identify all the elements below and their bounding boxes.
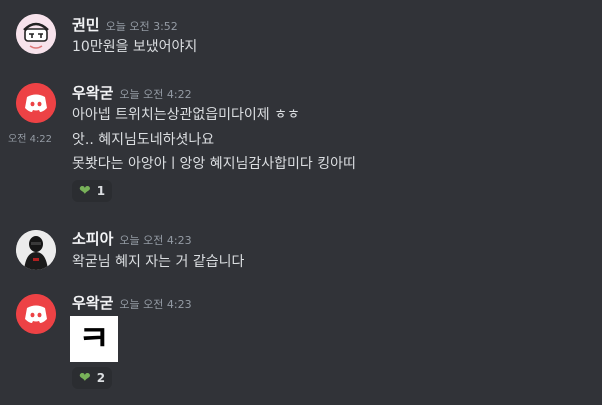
reaction-count: 2 xyxy=(96,371,106,385)
message-text: 10만원을 보냈어야지 xyxy=(72,39,198,55)
message-header: 우왁굳 오늘 오전 4:23 xyxy=(72,292,192,314)
message-text: 왁굳님 혜지 자는 거 같습니다 xyxy=(72,254,245,270)
message-header: 우왁굳 오늘 오전 4:22 xyxy=(72,82,192,104)
username[interactable]: 우왁굳 xyxy=(72,294,113,312)
message-timestamp[interactable]: 오늘 오전 4:22 xyxy=(119,88,191,101)
heart-icon: ❤ xyxy=(79,370,91,386)
username[interactable]: 권민 xyxy=(72,16,100,34)
message-timestamp[interactable]: 오늘 오전 4:23 xyxy=(119,298,191,311)
discord-logo-icon xyxy=(16,294,56,334)
message-header: 소피아 오늘 오전 4:23 xyxy=(72,228,192,250)
avatar[interactable] xyxy=(16,230,56,270)
image-attachment[interactable]: ㅋ xyxy=(70,316,118,362)
username[interactable]: 우왁굳 xyxy=(72,84,113,102)
discord-logo-icon xyxy=(16,83,56,123)
message-text: 앗.. 혜지님도네하셧나요 xyxy=(72,132,215,148)
face-doodle-icon xyxy=(16,14,56,54)
message-group-wakgood-2: 우왁굳 오늘 오전 4:23 ㅋ ❤ 2 xyxy=(0,290,602,405)
avatar[interactable] xyxy=(16,14,56,54)
message-group-kwonmin: 권민 오늘 오전 3:52 10만원을 보냈어야지 xyxy=(0,0,602,70)
hover-timestamp[interactable]: 오전 4:22 xyxy=(8,129,52,151)
reaction-count: 1 xyxy=(96,184,106,198)
message-text: 아아넵 트위치는상관없읍미다이제 ㅎㅎ xyxy=(72,107,300,123)
avatar[interactable] xyxy=(16,294,56,334)
username[interactable]: 소피아 xyxy=(72,230,113,248)
message-group-sophia: 소피아 오늘 오전 4:23 왁굳님 혜지 자는 거 같습니다 xyxy=(0,220,602,290)
reaction-button[interactable]: ❤ 1 xyxy=(72,180,113,202)
attachment-glyph: ㅋ xyxy=(78,319,110,359)
message-group-wakgood-1: 우왁굳 오늘 오전 4:22 아아넵 트위치는상관없읍미다이제 ㅎㅎ 오전 4:2… xyxy=(0,70,602,220)
reaction-button[interactable]: ❤ 2 xyxy=(72,367,113,389)
message-text: 못봣다는 아앙아ㅣ앙앙 혜지님감사합미다 킹아띠 xyxy=(72,156,356,172)
heart-icon: ❤ xyxy=(79,183,91,199)
ninja-figure-icon xyxy=(16,230,56,270)
avatar[interactable] xyxy=(16,83,56,123)
message-header: 권민 오늘 오전 3:52 xyxy=(72,14,178,36)
message-timestamp[interactable]: 오늘 오전 4:23 xyxy=(119,234,191,247)
message-timestamp[interactable]: 오늘 오전 3:52 xyxy=(106,20,178,33)
